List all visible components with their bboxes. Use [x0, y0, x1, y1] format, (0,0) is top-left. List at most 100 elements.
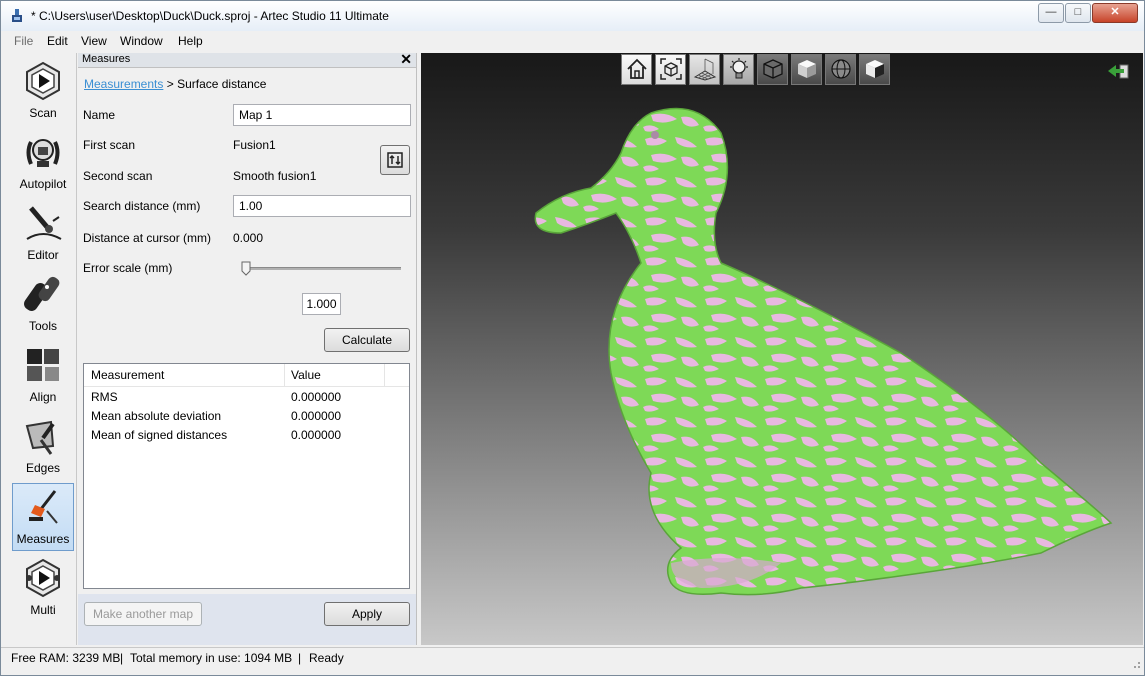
- sidebar-item-label: Edges: [25, 461, 61, 475]
- table-row[interactable]: Mean absolute deviation 0.000000: [84, 407, 409, 426]
- sidebar-item-editor[interactable]: Editor: [12, 200, 74, 266]
- sidebar-item-label: Autopilot: [19, 177, 67, 191]
- column-header-measurement[interactable]: Measurement: [91, 368, 164, 382]
- maximize-button[interactable]: □: [1065, 3, 1091, 23]
- sidebar-item-label: Scan: [29, 106, 57, 120]
- menu-view[interactable]: View: [81, 34, 107, 48]
- sidebar-item-autopilot[interactable]: Autopilot: [12, 129, 74, 195]
- make-another-map-button[interactable]: Make another map: [84, 602, 202, 626]
- panel-title: Measures: [82, 53, 131, 65]
- sidebar-item-label: Multi: [30, 603, 56, 617]
- app-window: * C:\Users\user\Desktop\Duck\Duck.sproj …: [0, 0, 1145, 676]
- slider-thumb[interactable]: [241, 261, 251, 276]
- swap-icon: [387, 152, 403, 168]
- solid-cube-icon: [797, 60, 816, 78]
- calculate-button[interactable]: Calculate: [324, 328, 410, 352]
- solid-cube-button[interactable]: [791, 54, 822, 85]
- swap-scans-button[interactable]: [380, 145, 410, 175]
- table-row[interactable]: RMS 0.000000: [84, 388, 409, 407]
- breadcrumb-link-measurements[interactable]: Measurements: [84, 77, 163, 91]
- first-scan-value: Fusion1: [233, 138, 276, 152]
- sidebar-item-label: Editor: [27, 248, 59, 262]
- table-cell: RMS: [91, 390, 118, 404]
- wireframe-cube-icon: [762, 59, 783, 79]
- menu-edit[interactable]: Edit: [47, 34, 68, 48]
- first-scan-label: First scan: [83, 138, 136, 152]
- status-bar: Free RAM: 3239 MB | Total memory in use:…: [1, 647, 1144, 672]
- table-cell: Mean of signed distances: [91, 428, 228, 442]
- autopilot-icon: [26, 139, 60, 167]
- sphere-button[interactable]: [825, 54, 856, 85]
- second-scan-label: Second scan: [83, 169, 153, 183]
- sphere-icon: [830, 59, 851, 79]
- menu-file[interactable]: File: [14, 34, 33, 48]
- free-ram-status: Free RAM: 3239 MB: [11, 651, 121, 665]
- breadcrumb-separator: >: [163, 77, 178, 91]
- back-arrow-icon[interactable]: [1106, 63, 1130, 79]
- scan-icon: [26, 61, 60, 101]
- home-view-icon: [626, 58, 647, 79]
- breadcrumb: Measurements > Surface distance: [84, 77, 266, 91]
- table-cell: 0.000000: [291, 428, 342, 442]
- edges-icon: [25, 420, 55, 455]
- close-button[interactable]: ✕: [1092, 3, 1138, 23]
- panel-close-icon[interactable]: ✕: [400, 51, 412, 68]
- error-scale-label: Error scale (mm): [83, 261, 173, 275]
- sidebar-item-edges[interactable]: Edges: [12, 413, 74, 479]
- home-view-button[interactable]: [621, 54, 652, 85]
- error-scale-slider[interactable]: [243, 267, 401, 270]
- table-cell: 0.000000: [291, 409, 342, 423]
- table-row[interactable]: Mean of signed distances 0.000000: [84, 426, 409, 445]
- table-header: Measurement Value: [84, 364, 409, 387]
- minimize-button[interactable]: —: [1038, 3, 1064, 23]
- menu-bar: File Edit View Window Help: [1, 31, 1144, 51]
- name-label: Name: [83, 108, 116, 122]
- duck-model-render: [534, 107, 1113, 596]
- sidebar-item-align[interactable]: Align: [12, 342, 74, 408]
- window-title: * C:\Users\user\Desktop\Duck\Duck.sproj …: [31, 9, 389, 23]
- measures-icon: [29, 490, 58, 524]
- search-distance-field[interactable]: 1.00: [233, 195, 411, 217]
- table-cell: Mean absolute deviation: [91, 409, 222, 423]
- sidebar-item-label: Measures: [16, 532, 70, 546]
- search-distance-label: Search distance (mm): [83, 199, 201, 213]
- texture-cube-icon: [865, 60, 884, 78]
- apply-button[interactable]: Apply: [324, 602, 410, 626]
- table-cell: 0.000000: [291, 390, 342, 404]
- maximize-icon: □: [1074, 6, 1082, 18]
- sidebar-item-label: Align: [29, 390, 57, 404]
- grid-icon: [693, 58, 716, 81]
- column-header-value[interactable]: Value: [291, 368, 321, 382]
- grid-button[interactable]: [689, 54, 720, 85]
- menu-help[interactable]: Help: [178, 34, 203, 48]
- sidebar-item-scan[interactable]: Scan: [12, 58, 74, 124]
- column-divider: [284, 364, 285, 386]
- distance-cursor-label: Distance at cursor (mm): [83, 231, 212, 245]
- minimize-icon: —: [1045, 6, 1057, 18]
- panel-footer: Make another map Apply: [78, 594, 416, 645]
- fit-view-button[interactable]: [655, 54, 686, 85]
- error-scale-field[interactable]: 1.000: [302, 293, 341, 315]
- menu-window[interactable]: Window: [120, 34, 163, 48]
- status-separator: |: [298, 651, 302, 665]
- app-icon: [12, 9, 22, 22]
- panel-header: Measures ✕: [78, 51, 416, 68]
- light-button[interactable]: [723, 54, 754, 85]
- align-icon: [27, 349, 59, 381]
- total-memory-status: Total memory in use: 1094 MB: [130, 651, 293, 665]
- texture-cube-button[interactable]: [859, 54, 890, 85]
- resize-grip-icon[interactable]: [1131, 659, 1141, 669]
- breadcrumb-current: Surface distance: [177, 77, 267, 91]
- 3d-viewport[interactable]: [421, 53, 1143, 645]
- wireframe-cube-button[interactable]: [757, 54, 788, 85]
- second-scan-value: Smooth fusion1: [233, 169, 317, 183]
- ready-status: Ready: [309, 651, 344, 665]
- multi-icon: [26, 558, 60, 598]
- light-icon: [729, 58, 748, 79]
- sidebar-item-measures[interactable]: Measures: [12, 483, 74, 551]
- editor-icon: [26, 206, 62, 240]
- status-separator: |: [120, 651, 124, 665]
- name-field[interactable]: Map 1: [233, 104, 411, 126]
- sidebar-item-multi[interactable]: Multi: [12, 555, 74, 621]
- sidebar-item-tools[interactable]: Tools: [12, 271, 74, 337]
